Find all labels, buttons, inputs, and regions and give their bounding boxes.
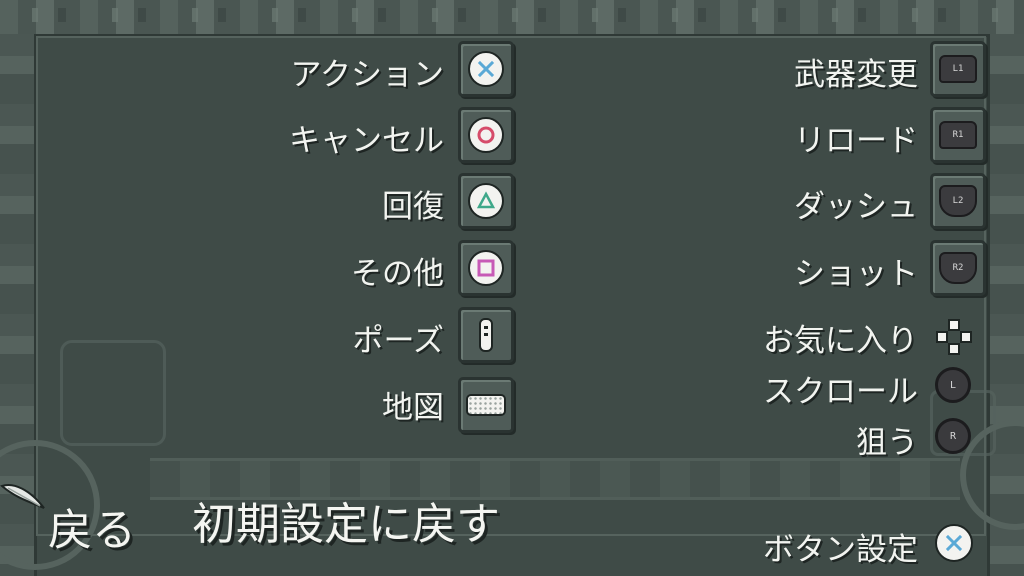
dpad-icon[interactable] xyxy=(935,318,973,356)
mapping-label: ショット xyxy=(794,256,918,292)
ornamental-frame-top xyxy=(0,0,1024,37)
circle-button-slot[interactable] xyxy=(458,107,514,163)
mapping-label: ダッシュ xyxy=(794,189,918,225)
mapping-label: 狙う xyxy=(856,425,918,461)
back-button[interactable]: 戻る xyxy=(48,494,136,558)
mapping-label: 回復 xyxy=(382,189,444,225)
mapping-label: キャンセル xyxy=(289,123,444,159)
options-button-slot[interactable] xyxy=(458,307,514,363)
mapping-label: アクション xyxy=(290,57,444,93)
square-button-slot[interactable] xyxy=(458,240,514,296)
r1-button-icon: R1 xyxy=(939,121,977,149)
feather-cursor-icon xyxy=(0,478,48,518)
mapping-label: ポーズ xyxy=(352,323,444,359)
touchpad-button-slot[interactable] xyxy=(458,377,514,433)
triangle-button-slot[interactable] xyxy=(458,173,514,229)
cross-button-icon xyxy=(468,51,504,87)
ornament-left xyxy=(60,340,166,446)
mapping-label: スクロール xyxy=(763,374,918,410)
right-stick-icon[interactable]: R xyxy=(935,418,971,454)
left-stick-icon[interactable]: L xyxy=(935,367,971,403)
l2-button-icon: L2 xyxy=(939,185,977,217)
mapping-label: 地図 xyxy=(382,390,444,426)
confirm-cross-icon[interactable] xyxy=(935,524,973,562)
circle-button-icon xyxy=(468,117,504,153)
mapping-label: その他 xyxy=(351,256,444,292)
mapping-label: 武器変更 xyxy=(794,57,918,93)
r2-button-icon: R2 xyxy=(939,252,977,284)
l1-button-icon: L1 xyxy=(939,55,977,83)
square-button-icon xyxy=(468,250,504,286)
l2-button-slot[interactable]: L2 xyxy=(930,173,986,229)
touchpad-icon xyxy=(466,394,506,416)
mapping-label: リロード xyxy=(794,123,918,159)
button-config-label: ボタン設定 xyxy=(763,532,918,568)
r1-button-slot[interactable]: R1 xyxy=(930,107,986,163)
reset-defaults-button[interactable]: 初期設定に戻す xyxy=(192,488,500,552)
cross-button-slot[interactable] xyxy=(458,41,514,97)
options-button-icon xyxy=(479,318,493,352)
triangle-button-icon xyxy=(468,183,504,219)
r2-button-slot[interactable]: R2 xyxy=(930,240,986,296)
l1-button-slot[interactable]: L1 xyxy=(930,41,986,97)
mapping-label: お気に入り xyxy=(763,323,918,359)
